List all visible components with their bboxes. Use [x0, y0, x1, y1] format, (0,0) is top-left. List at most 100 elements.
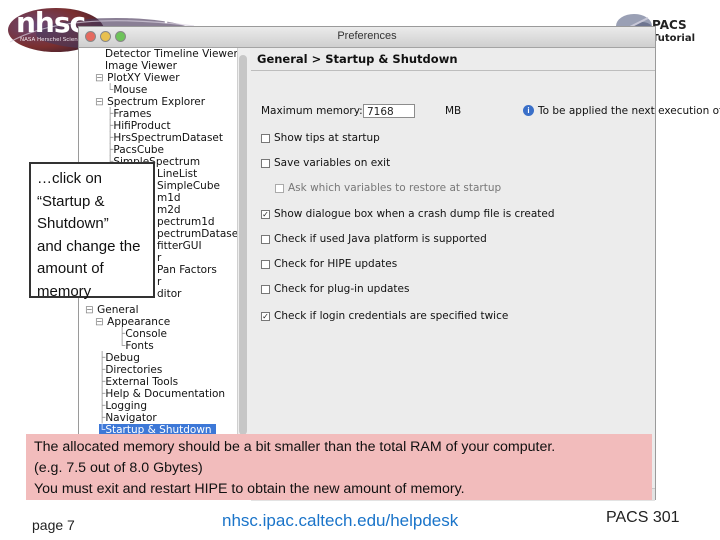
preferences-window: Preferences Detector Timeline Viewer Ima… [78, 26, 720, 501]
helpdesk-link[interactable]: nhsc.ipac.caltech.edu/helpdesk [222, 511, 458, 531]
callout-line: amount of [37, 260, 104, 277]
tree-label: pectrumDataset [157, 228, 240, 240]
tree-item-plotxy-viewer[interactable]: ⊟ PlotXY Viewer [95, 72, 180, 84]
tree-label: HrsSpectrumDataset [113, 132, 224, 144]
divider [251, 70, 655, 71]
tree-label: m1d [157, 192, 181, 204]
tree-item-hifiproduct[interactable]: ├HifiProduct [107, 120, 171, 132]
tree-item-debug[interactable]: ├Debug [99, 352, 140, 364]
show-tips-checkbox[interactable] [261, 134, 270, 143]
tree-label: External Tools [105, 376, 179, 388]
settings-pane: General > Startup & Shutdown Maximum mem… [251, 48, 720, 501]
tree-item-mouse[interactable]: └Mouse [107, 84, 147, 96]
tree-label: r [157, 252, 162, 264]
note-line: (e.g. 7.5 out of 8.0 Gbytes) [34, 460, 203, 476]
tree-item-truncated[interactable]: r [157, 252, 161, 264]
plugin-updates-checkbox[interactable] [261, 285, 270, 294]
tree-item-external-tools[interactable]: ├External Tools [99, 376, 178, 388]
tree-item-hrsspectrumdataset[interactable]: ├HrsSpectrumDataset [107, 132, 223, 144]
callout-line: memory [37, 282, 92, 300]
tree-label: PacsCube [113, 144, 164, 156]
tree-item-m1d[interactable]: m1d [157, 192, 181, 204]
window-titlebar[interactable]: Preferences [79, 27, 655, 48]
max-memory-hint: To be applied the next execution of HI [538, 105, 720, 117]
callout-line: and change the [37, 237, 141, 255]
logo-pacs-text: PACS [652, 18, 687, 32]
tree-item-linelist[interactable]: LineList [157, 168, 197, 180]
tree-label: Logging [105, 400, 147, 412]
tree-label: pectrum1d [157, 216, 215, 228]
tree-item-general[interactable]: ⊟ General [85, 304, 139, 316]
tree-label: Pan Factors [157, 264, 217, 276]
save-variables-label: Save variables on exit [274, 157, 391, 169]
tree-item-fonts[interactable]: └Fonts [119, 340, 154, 352]
tree-label: SimpleCube [157, 180, 220, 192]
tree-expander-icon[interactable]: ⊟ [95, 96, 107, 108]
java-platform-label: Check if used Java platform is supported [274, 233, 487, 245]
note-line: The allocated memory should be a bit sma… [34, 439, 556, 455]
tree-item-appearance[interactable]: ⊟ Appearance [95, 316, 170, 328]
tree-label: Directories [105, 364, 163, 376]
tree-item-console[interactable]: ├Console [119, 328, 167, 340]
login-credentials-checkbox[interactable]: ✓ [261, 312, 270, 321]
tree-label: LineList [157, 168, 198, 180]
tree-item-spectrumdataset[interactable]: pectrumDataset [157, 228, 240, 240]
ask-variables-checkbox[interactable] [275, 184, 284, 193]
tree-label: Debug [105, 352, 140, 364]
tree-label: Appearance [107, 316, 171, 328]
tree-item-m2d[interactable]: m2d [157, 204, 181, 216]
tree-label: PlotXY Viewer [107, 72, 180, 84]
callout-line: Shutdown” [37, 215, 109, 232]
tree-item-frames[interactable]: ├Frames [107, 108, 152, 120]
hipe-updates-checkbox[interactable] [261, 260, 270, 269]
course-label: PACS 301 [606, 509, 680, 526]
page-number: page 7 [32, 517, 75, 533]
tree-label: General [97, 304, 139, 316]
tree-scrollbar-thumb[interactable] [239, 55, 247, 435]
tree-item-editor[interactable]: ditor [157, 288, 181, 300]
crash-dump-dialog-checkbox[interactable]: ✓ [261, 210, 270, 219]
instruction-callout: …click on “Startup & Shutdown” and chang… [29, 162, 155, 300]
tree-item-pan-factors[interactable]: Pan Factors [157, 264, 217, 276]
note-line: You must exit and restart HIPE to obtain… [34, 481, 465, 497]
info-icon: i [523, 105, 534, 116]
logo-main-text: nhsc [16, 6, 86, 39]
tree-item-navigator[interactable]: ├Navigator [99, 412, 157, 424]
tree-expander-icon[interactable]: ⊟ [95, 316, 107, 328]
tree-label: Frames [113, 108, 152, 120]
callout-line: “Startup & [37, 192, 105, 210]
tree-item-pacscube[interactable]: ├PacsCube [107, 144, 164, 156]
tree-item-directories[interactable]: ├Directories [99, 364, 162, 376]
tree-item-detector-timeline-viewer[interactable]: Detector Timeline Viewer [105, 48, 238, 60]
tree-label: HifiProduct [113, 120, 171, 132]
tree-label: Fonts [125, 340, 154, 352]
max-memory-input[interactable]: 7168 [363, 104, 415, 118]
tree-label: r [157, 276, 162, 288]
settings-breadcrumb: General > Startup & Shutdown [257, 52, 458, 66]
tree-label: Navigator [105, 412, 157, 424]
tree-label: ditor [157, 288, 182, 300]
tree-item-fittergui[interactable]: fitterGUI [157, 240, 202, 252]
tree-item-spectrum1d[interactable]: pectrum1d [157, 216, 215, 228]
tree-label: Mouse [113, 84, 148, 96]
save-variables-checkbox[interactable] [261, 159, 270, 168]
memory-note: The allocated memory should be a bit sma… [26, 434, 652, 500]
window-title: Preferences [337, 30, 397, 42]
tree-label: Console [125, 328, 168, 340]
max-memory-unit: MB [445, 105, 462, 117]
tree-label: Spectrum Explorer [107, 96, 206, 108]
tree-label: Help & Documentation [105, 388, 226, 400]
tree-expander-icon[interactable]: ⊟ [85, 304, 97, 316]
show-tips-label: Show tips at startup [274, 132, 380, 144]
plugin-updates-label: Check for plug-in updates [274, 283, 410, 295]
tree-expander-icon[interactable]: ⊟ [95, 72, 107, 84]
max-memory-label: Maximum memory: [261, 105, 363, 117]
tree-item-simplecube[interactable]: SimpleCube [157, 180, 220, 192]
tree-item-logging[interactable]: ├Logging [99, 400, 147, 412]
tree-item-image-viewer[interactable]: Image Viewer [105, 60, 177, 72]
java-platform-checkbox[interactable] [261, 235, 270, 244]
tree-item-truncated[interactable]: r [157, 276, 161, 288]
tree-label: fitterGUI [157, 240, 202, 252]
tree-item-spectrum-explorer[interactable]: ⊟ Spectrum Explorer [95, 96, 205, 108]
tree-item-help-documentation[interactable]: ├Help & Documentation [99, 388, 225, 400]
